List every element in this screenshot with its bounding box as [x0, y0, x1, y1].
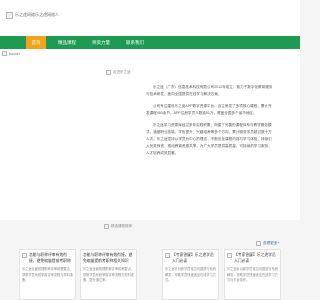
banner: banner [0, 49, 300, 58]
products-title-alt: 精选课程推荐 [111, 224, 132, 228]
card-body: 乐之途全面梳理职称评审政策要点，帮助学员系统掌握评审流程与材料准备。 [22, 267, 73, 282]
more-link-label: 查看更多+ [263, 241, 280, 245]
card-title[interactable]: 怎能与职称评审有效衔接，避免缩量提前考职称相关知识 [83, 252, 134, 264]
broken-image-icon [22, 253, 27, 258]
broken-image-icon [256, 241, 261, 246]
about-image [34, 84, 132, 170]
about-section: 走进乐之途 乐之途（广东）信息技术科技有限公司2012年成立，致力于数字化教育服… [0, 58, 300, 220]
card-title[interactable]: 怎能与职称评审有效衔接，避免缩量提前考职称相关知识 [29, 252, 73, 264]
products-title-image: 精选课程推荐 [104, 224, 132, 229]
about-paragraph: 乐之途（广东）信息技术科技有限公司2012年成立，致力于数字化教育服务与技术研发… [146, 85, 273, 96]
broken-image-icon [104, 224, 109, 229]
broken-image-icon [165, 253, 170, 258]
card-body: 乐之途全面梳理职称评审政策要点，帮助学员系统掌握评审流程与材料准备，提升通过率。 [83, 267, 134, 282]
card-title[interactable]: 【专家答疑】乐之途学员入门必读 [172, 252, 216, 264]
banner-alt-text: banner [9, 51, 20, 56]
broken-image-icon [6, 11, 13, 19]
nav-item-courses[interactable]: 精品课程 [50, 36, 84, 49]
nav-item-teachers[interactable]: 师资力量 [84, 36, 118, 49]
card-body: 乐之途针对新学员常见问题进行系统解答，帮助学员快速适应在线学习方式与平台操作。 [227, 267, 278, 282]
about-title-image: 走进乐之途 [106, 70, 131, 75]
broken-image-icon [2, 51, 7, 56]
card-head: 【专家答疑】乐之途学员入门必读 [227, 252, 278, 264]
about-text: 乐之途（广东）信息技术科技有限公司2012年成立，致力于数字化教育服务与技术研发… [146, 84, 274, 162]
product-card[interactable]: 怎能与职称评审有效衔接，避免缩量提前考职称相关知识 乐之途全面梳理职称评审政策要… [80, 249, 137, 300]
about-paragraph: 公司专注建设乐之途APP数字资源平台，自主研发了多项核心课程，累计开发课程450… [146, 104, 272, 115]
card-body: 乐之途针对新学员常见问题进行系统解答，帮助学员快速适应在线学习方式。 [165, 267, 216, 282]
broken-image-icon [227, 253, 232, 258]
more-link[interactable]: 查看更多+ [256, 241, 279, 246]
products-section: 精选课程推荐 查看更多+ 怎能与职称评审有效衔接，避免缩量提前考职称相关知识 乐… [0, 220, 300, 300]
about-title-alt: 走进乐之途 [113, 70, 131, 74]
broken-image-icon [106, 70, 111, 75]
logo-alt-text: 乐之途网络乐之途网络人 [15, 12, 59, 17]
product-card[interactable]: 【专家答疑】乐之途学员入门必读 乐之途针对新学员常见问题进行系统解答，帮助学员快… [162, 249, 219, 300]
about-paragraph: 乐之途学习资源库经过多年实践积累，构建了完善的课程体系与教学服务模式，涵盖职业技… [146, 123, 272, 155]
nav-item-contact[interactable]: 联系我们 [118, 36, 152, 49]
product-card[interactable]: 怎能与职称评审有效衔接，避免缩量提前考职称相关知识 乐之途全面梳理职称评审政策要… [19, 249, 76, 300]
card-head: 怎能与职称评审有效衔接，避免缩量提前考职称相关知识 [22, 252, 73, 264]
logo[interactable]: 乐之途网络乐之途网络人 [6, 8, 118, 22]
card-title[interactable]: 【专家答疑】乐之途学员入门必读 [234, 252, 278, 264]
nav-item-home[interactable]: 首页 [26, 36, 46, 49]
header: 乐之途网络乐之途网络人 [0, 0, 300, 36]
main-nav: 首页 精品课程 师资力量 联系我们 [0, 36, 300, 49]
product-card[interactable]: 【专家答疑】乐之途学员入门必读 乐之途针对新学员常见问题进行系统解答，帮助学员快… [224, 249, 281, 300]
card-head: 【专家答疑】乐之途学员入门必读 [165, 252, 216, 264]
